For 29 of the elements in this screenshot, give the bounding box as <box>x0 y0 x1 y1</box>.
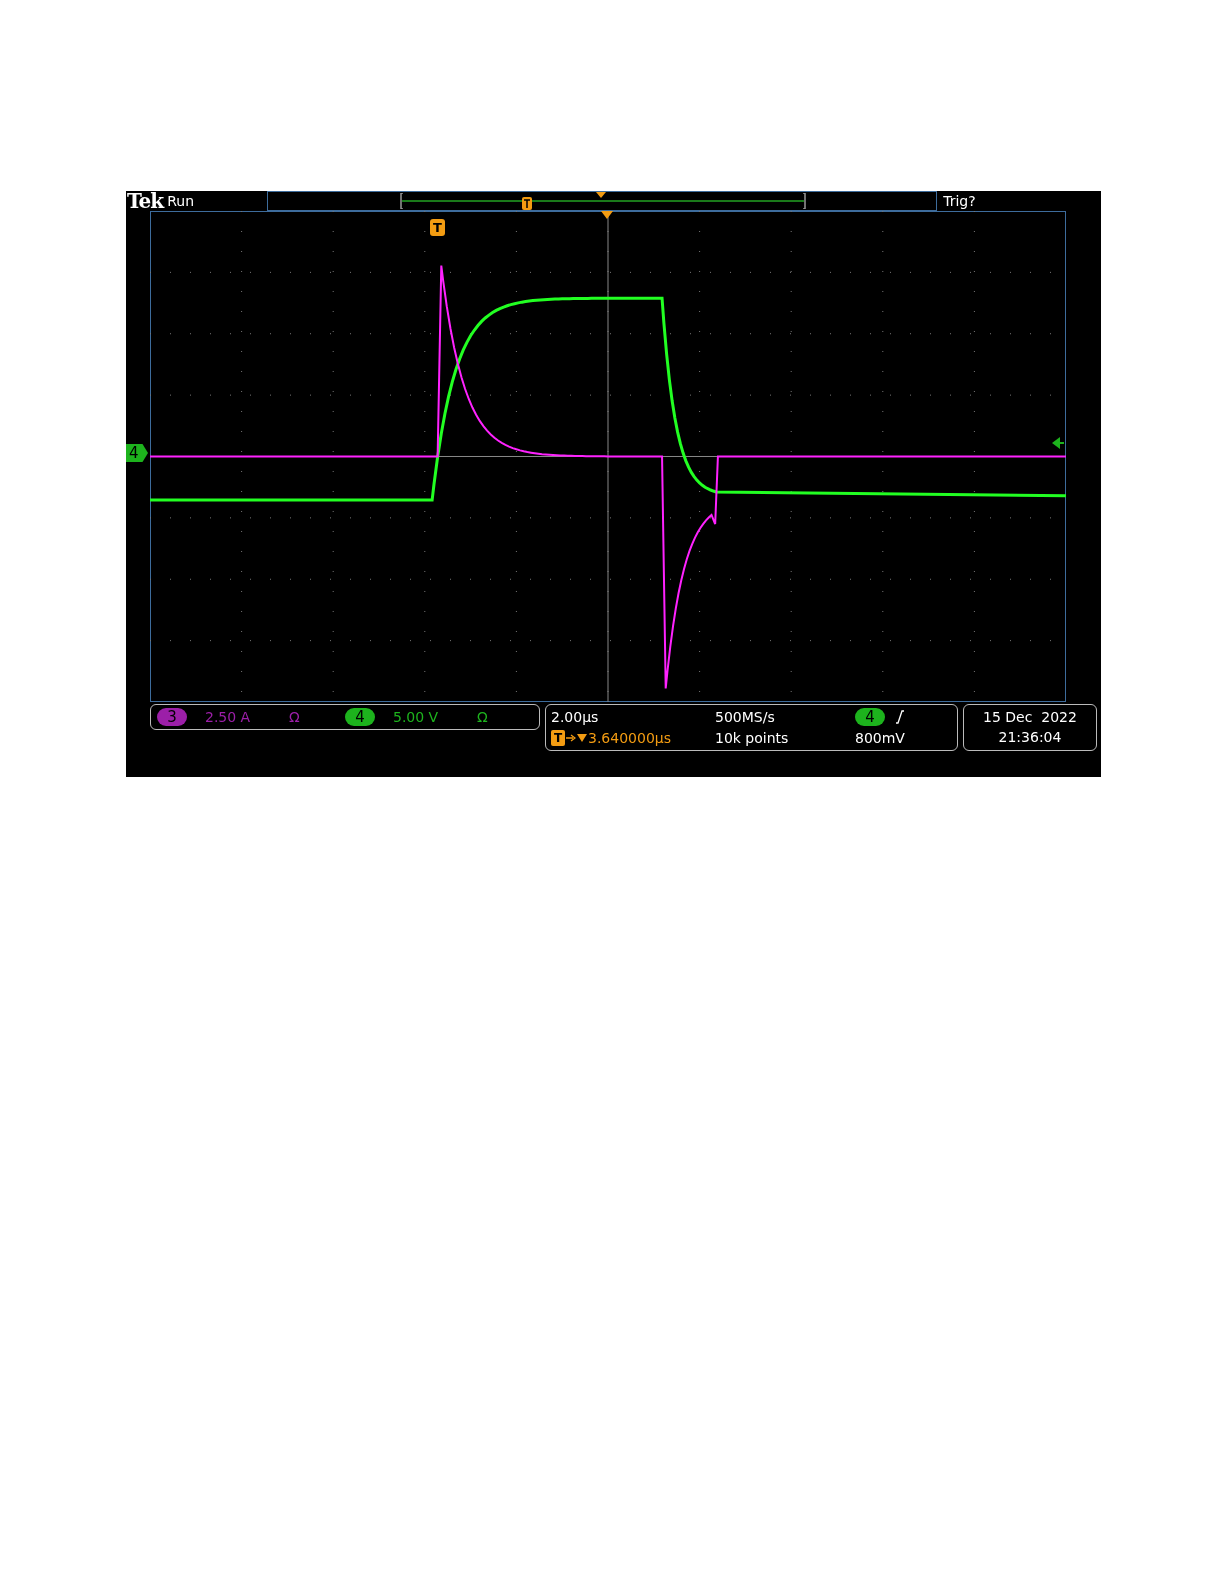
right-bracket-icon <box>802 193 807 209</box>
triangle-marker-icon <box>601 211 613 219</box>
channel-scale: 5.00 V <box>393 707 440 727</box>
trigger-status: Trig? <box>943 194 976 208</box>
trigger-marker: T <box>430 219 445 236</box>
delay-marker: T <box>551 729 565 746</box>
trigger-position-icon <box>522 197 533 210</box>
channel-ground-marker: 4 <box>126 444 148 462</box>
trigger-source-badge: 4 <box>855 708 885 727</box>
horizontal-delay: 3.640000µs <box>588 728 671 748</box>
time: 21:36:04 <box>998 728 1062 747</box>
channel-badge: 4 <box>345 708 375 726</box>
record-length: 10k points <box>715 728 790 748</box>
acquisition-status: Run <box>167 194 196 208</box>
trigger-level-arrow-icon <box>1052 437 1064 449</box>
date: 15 Dec 2022 <box>983 708 1077 727</box>
triangle-down-icon <box>577 733 587 742</box>
channel-badge: 3 <box>157 708 187 726</box>
trigger-level: 800mV <box>855 728 906 748</box>
arrow-right-icon <box>566 733 576 742</box>
rising-edge-icon <box>895 710 905 725</box>
horizontal-scale: 2.00µs <box>551 708 600 727</box>
coupling-symbol: Ω <box>477 707 488 727</box>
left-bracket-icon <box>400 193 405 209</box>
brand-logo: Tek <box>127 191 164 211</box>
sample-rate: 500MS/s <box>715 708 776 727</box>
triangle-marker-icon <box>596 192 607 198</box>
channel-scale: 2.50 A <box>205 707 252 727</box>
coupling-symbol: Ω <box>289 707 300 727</box>
